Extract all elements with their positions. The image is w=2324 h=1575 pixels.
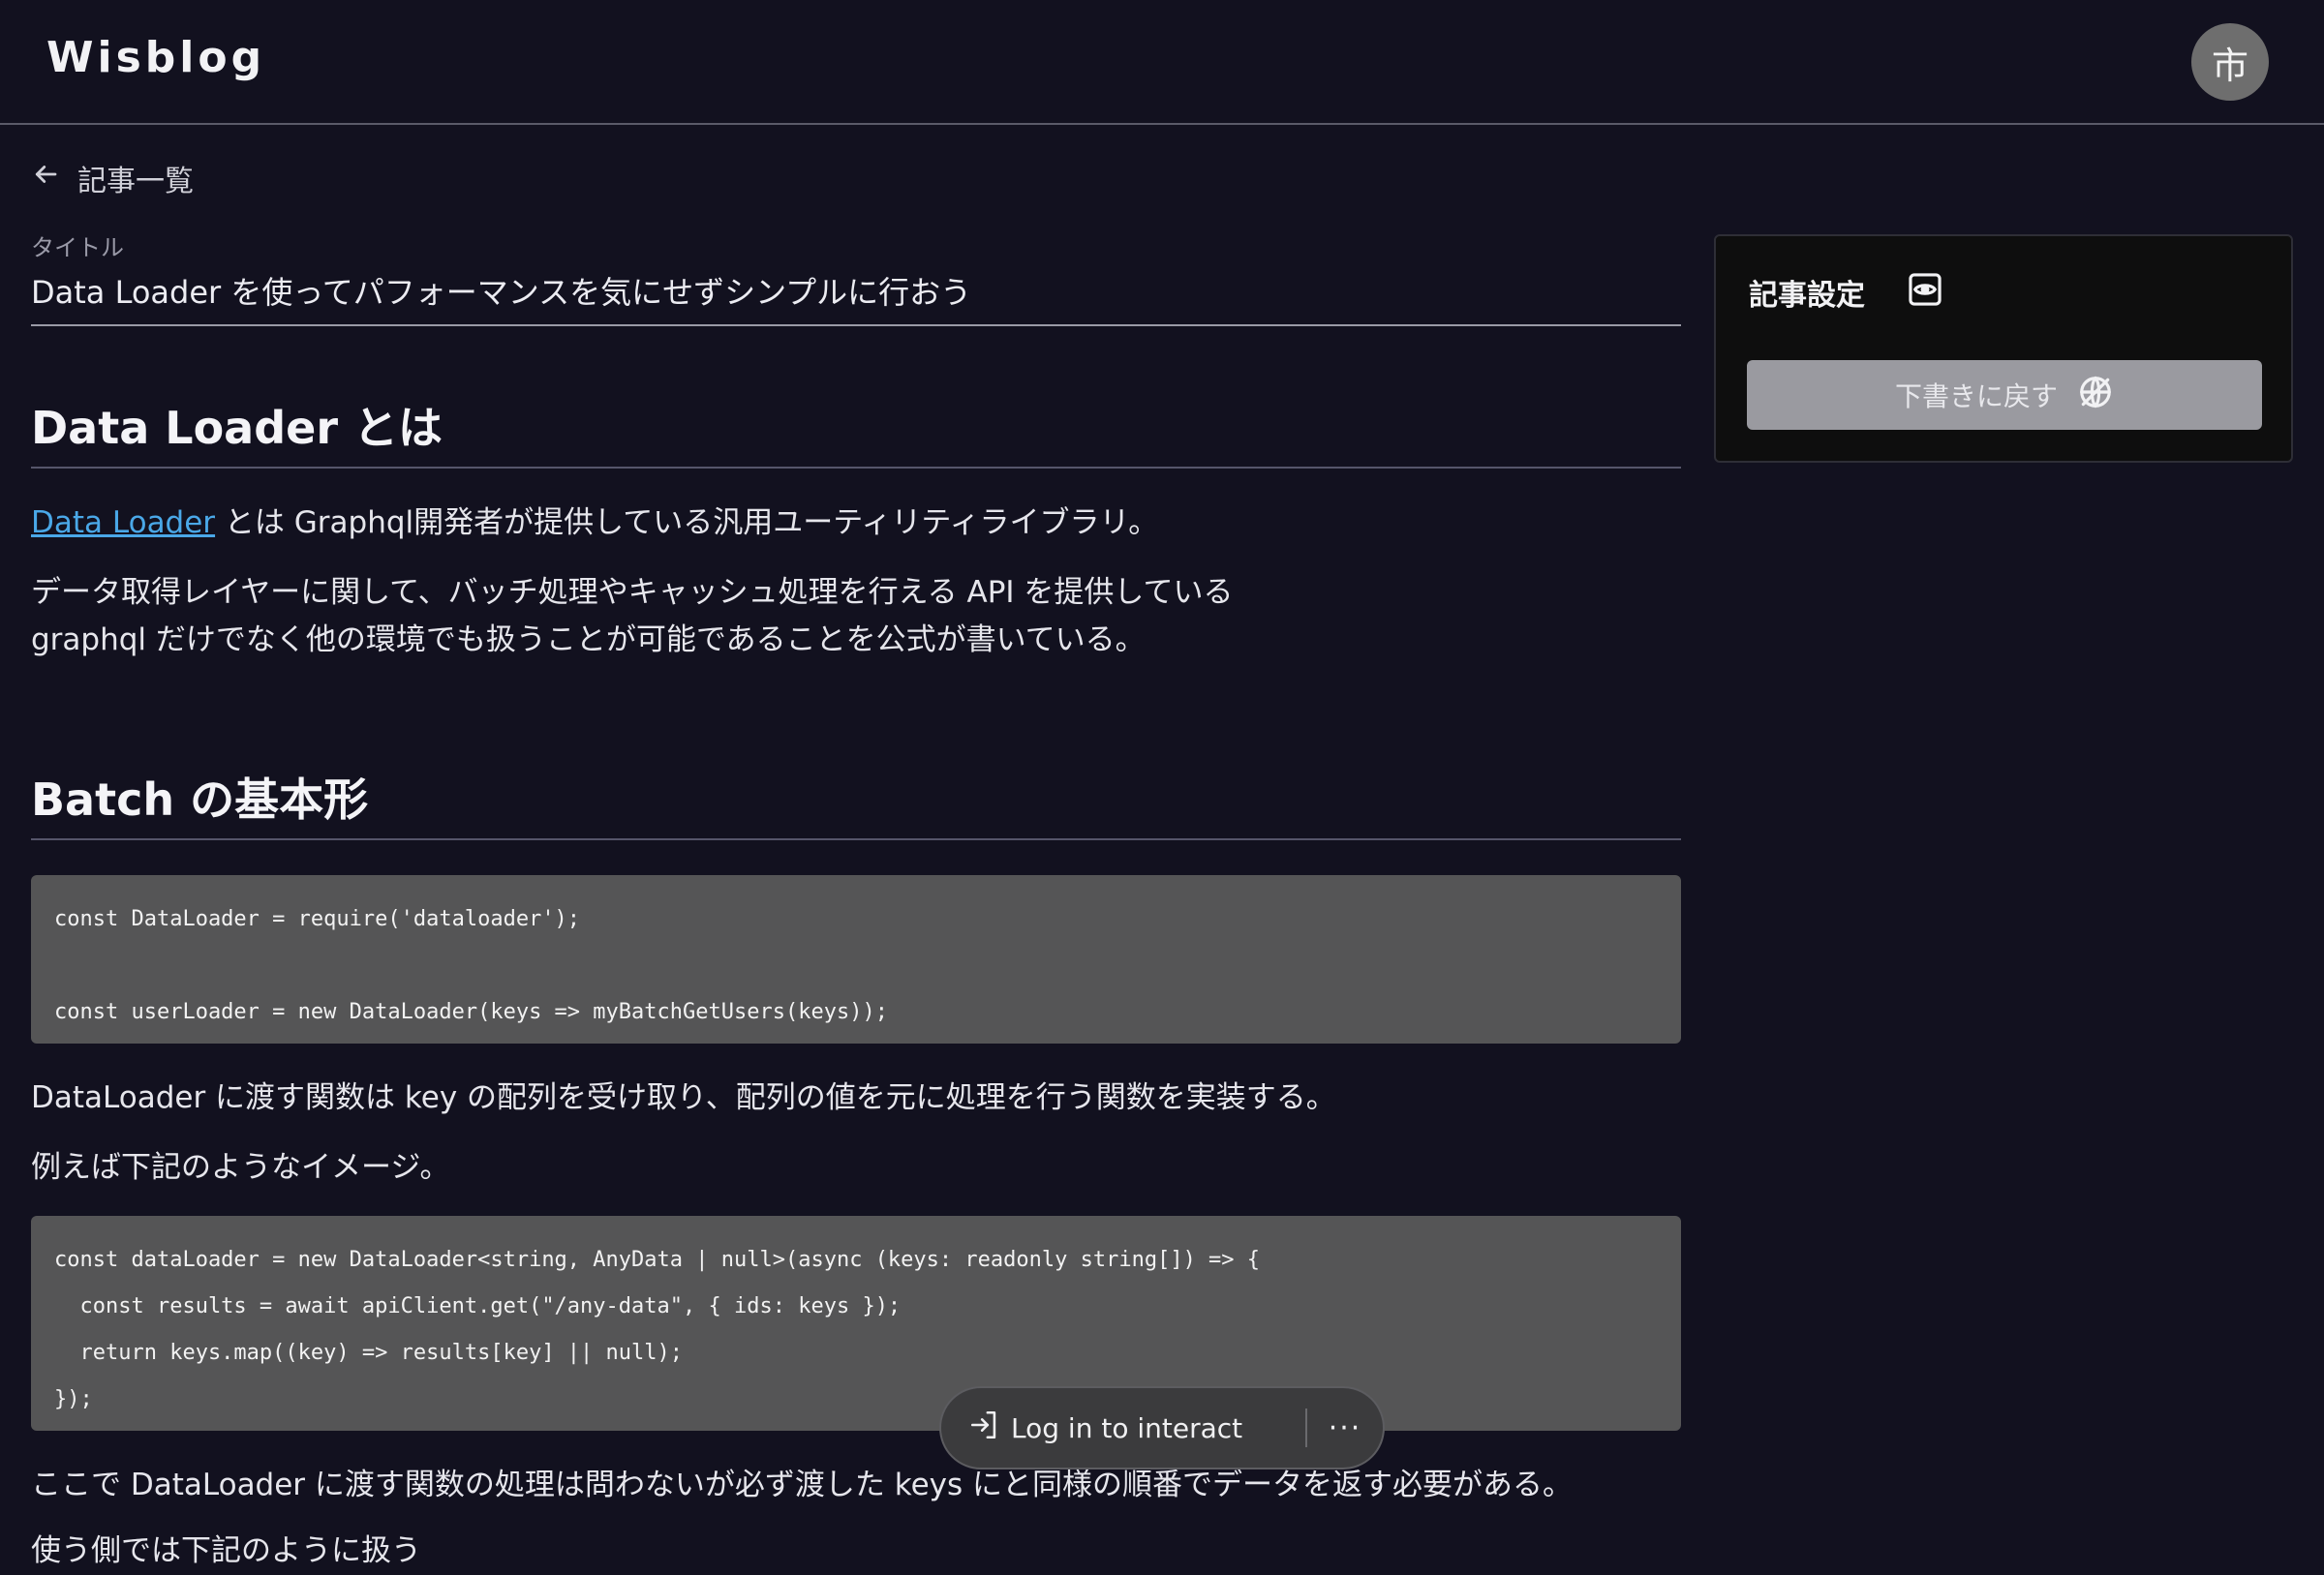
- title-field: タイトル: [31, 228, 1681, 326]
- login-button[interactable]: Log in to interact: [941, 1388, 1305, 1468]
- revert-to-draft-label: 下書きに戻す: [1894, 380, 2058, 412]
- code-line: return keys.map((key) => results[key] ||…: [54, 1341, 684, 1365]
- site-logo[interactable]: Wisblog: [46, 33, 265, 82]
- paragraph-order-note: ここで DataLoader に渡す関数の処理は問わないが必ず渡した keys …: [31, 1468, 1574, 1502]
- settings-title: 記事設定: [1749, 279, 1865, 313]
- paragraph-intro-text: とは Graphql開発者が提供している汎用ユーティリティライブラリ。: [215, 505, 1159, 540]
- paragraph-loader-function: DataLoader に渡す関数は key の配列を受け取り、配列の値を元に処理…: [31, 1080, 1336, 1115]
- title-input[interactable]: [31, 272, 1681, 309]
- back-link-label: 記事一覧: [77, 165, 194, 198]
- login-label: Log in to interact: [1011, 1411, 1243, 1444]
- revert-to-draft-button[interactable]: 下書きに戻す: [1747, 360, 2262, 430]
- unpublish-globe-icon: [2077, 374, 2114, 417]
- paragraph-description-line2: graphql だけでなく他の環境でも扱うことが可能であることを公式が書いている…: [31, 622, 1146, 657]
- article-settings-panel: 記事設定 下書きに戻す: [1714, 234, 2293, 463]
- code-line: const DataLoader = require('dataloader')…: [54, 907, 581, 931]
- code-line: const userLoader = new DataLoader(keys =…: [54, 1000, 888, 1024]
- more-options-button[interactable]: ···: [1307, 1411, 1383, 1445]
- user-avatar[interactable]: 市: [2191, 23, 2269, 101]
- heading-data-loader: Data Loader とは: [31, 393, 1681, 469]
- paragraph-usage: 使う側では下記のように扱う: [31, 1533, 421, 1568]
- code-line: });: [54, 1387, 93, 1411]
- paragraph-example: 例えば下記のようなイメージ。: [31, 1150, 450, 1185]
- login-arrow-icon: [968, 1408, 1001, 1448]
- code-block-2: const dataLoader = new DataLoader<string…: [31, 1216, 1681, 1431]
- back-to-articles-link[interactable]: 記事一覧: [31, 157, 194, 199]
- login-overlay-pill: Log in to interact ···: [939, 1386, 1385, 1469]
- data-loader-link[interactable]: Data Loader: [31, 505, 215, 540]
- paragraph-intro: Data Loader とは Graphql開発者が提供している汎用ユーティリテ…: [31, 500, 1681, 547]
- top-header: Wisblog 市: [0, 0, 2324, 125]
- title-label: タイトル: [31, 234, 124, 261]
- heading-batch-basic: Batch の基本形: [31, 765, 1681, 840]
- preview-eye-icon[interactable]: [1907, 271, 1943, 312]
- code-line: const dataLoader = new DataLoader<string…: [54, 1248, 1261, 1272]
- code-line: const results = await apiClient.get("/an…: [54, 1294, 902, 1318]
- arrow-left-icon: [31, 160, 60, 197]
- paragraph-description-line1: データ取得レイヤーに関して、バッチ処理やキャッシュ処理を行える API を提供し…: [31, 575, 1234, 610]
- code-block-1: const DataLoader = require('dataloader')…: [31, 875, 1681, 1044]
